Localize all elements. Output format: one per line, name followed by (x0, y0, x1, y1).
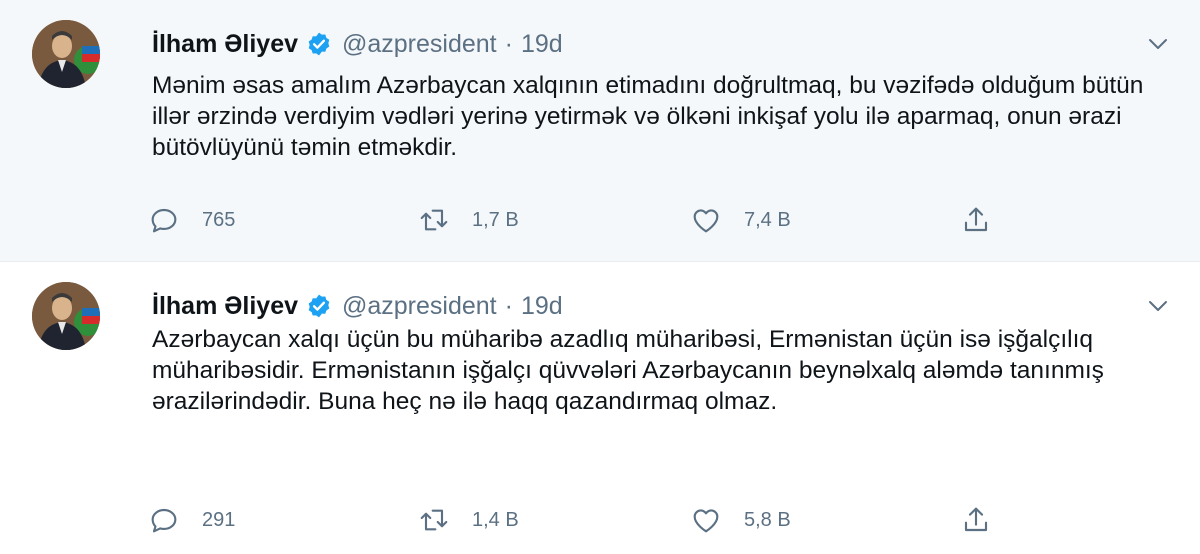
share-button[interactable] (960, 204, 992, 236)
tweet-actions: 291 1,4 B 5,8 B (148, 500, 1008, 540)
like-button[interactable]: 7,4 B (690, 204, 960, 236)
retweet-icon (420, 509, 448, 531)
share-icon (964, 207, 988, 232)
tweet[interactable]: İlham Əliyev @azpresident · 19d Azərbayc… (0, 262, 1200, 554)
tweet-text: Mənim əsas amalım Azərbaycan xalqının et… (152, 72, 1144, 161)
separator-dot: · (504, 291, 513, 320)
reply-icon (151, 208, 177, 233)
retweet-button[interactable]: 1,4 B (418, 504, 690, 536)
reply-button[interactable]: 765 (148, 204, 418, 236)
heart-icon (693, 509, 719, 533)
author-handle[interactable]: @azpresident (342, 292, 497, 321)
retweet-count: 1,4 B (472, 508, 519, 531)
tweet-actions: 765 1,7 B 7,4 B (148, 200, 1008, 240)
reply-icon (151, 508, 177, 533)
heart-icon (693, 209, 719, 233)
tweet-header: İlham Əliyev @azpresident · 19d (152, 26, 563, 62)
share-button[interactable] (960, 504, 992, 536)
like-button[interactable]: 5,8 B (690, 504, 960, 536)
retweet-button[interactable]: 1,7 B (418, 204, 690, 236)
reply-count: 291 (202, 508, 236, 531)
share-icon (964, 507, 988, 532)
avatar[interactable] (32, 282, 100, 350)
separator-dot: · (504, 29, 513, 58)
reply-count: 765 (202, 208, 236, 231)
chevron-down-icon[interactable] (1146, 32, 1170, 56)
chevron-down-icon[interactable] (1146, 294, 1170, 318)
author-name[interactable]: İlham Əliyev (152, 30, 298, 59)
tweet-feed: İlham Əliyev @azpresident · 19d Mənim əs… (0, 0, 1200, 554)
author-handle[interactable]: @azpresident (342, 30, 497, 59)
verified-badge-icon (306, 293, 332, 319)
verified-badge-icon (306, 31, 332, 57)
tweet-timestamp[interactable]: 19d (521, 292, 563, 321)
tweet-text: Azərbaycan xalqı üçün bu müharibə azadlı… (152, 326, 1104, 415)
retweet-count: 1,7 B (472, 208, 519, 231)
retweet-icon (420, 209, 448, 231)
tweet-header: İlham Əliyev @azpresident · 19d (152, 288, 563, 324)
like-count: 5,8 B (744, 508, 791, 531)
tweet[interactable]: İlham Əliyev @azpresident · 19d Mənim əs… (0, 0, 1200, 262)
avatar[interactable] (32, 20, 100, 88)
tweet-timestamp[interactable]: 19d (521, 30, 563, 59)
author-name[interactable]: İlham Əliyev (152, 292, 298, 321)
reply-button[interactable]: 291 (148, 504, 418, 536)
like-count: 7,4 B (744, 208, 791, 231)
